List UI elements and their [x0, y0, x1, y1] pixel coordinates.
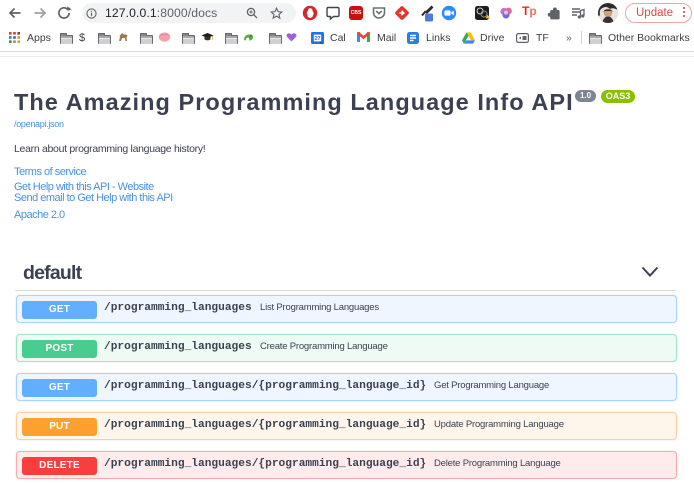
svg-text:27: 27 [314, 36, 320, 42]
